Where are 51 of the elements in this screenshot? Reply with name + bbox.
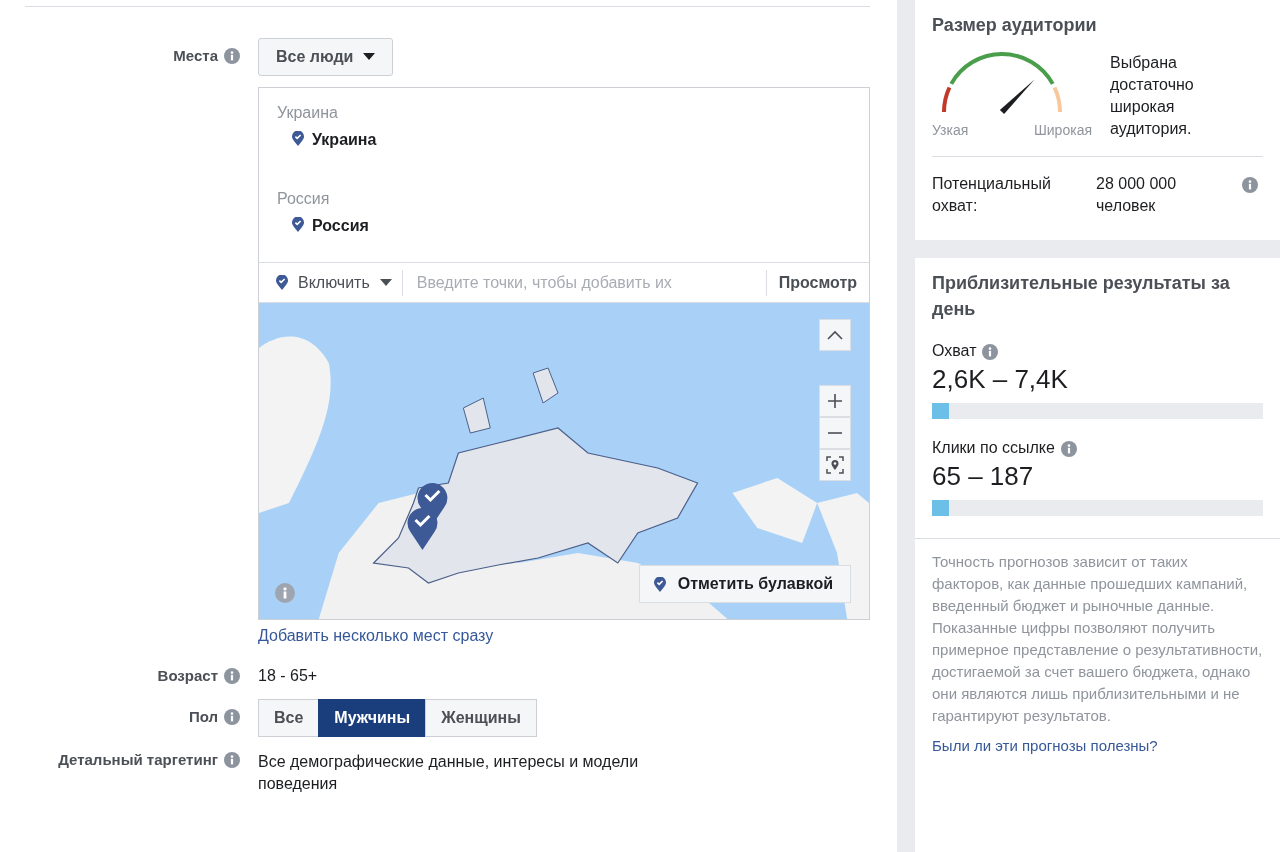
disclaimer-text: Точность прогнозов зависит от таких факторов, как данные прошедших кампаний, введенный бюджет и рыночные данные. Показанные цифры позволяют получить примерное представление о результативности, достигаемой за счет вашего бюджета, однако они являются лишь приблизительными и не гарантируют результатов. — [932, 552, 1263, 726]
metric-label: Охват — [932, 342, 977, 360]
gender-option[interactable]: Все — [258, 699, 320, 737]
info-icon[interactable] — [224, 752, 240, 768]
feedback-link[interactable]: Были ли эти прогнозы полезны? — [932, 737, 1158, 754]
bulk-add-link[interactable]: Добавить несколько мест сразу — [258, 627, 494, 645]
info-icon[interactable] — [1060, 440, 1077, 457]
metric-value: 65 – 187 — [932, 461, 1035, 492]
field-label: Места — [173, 47, 218, 64]
drop-pin-button[interactable]: Отметить булавкой — [638, 565, 851, 603]
location-pin-icon — [292, 131, 304, 146]
gauge-min-label: Узкая — [932, 122, 969, 138]
field-label: Детальный таргетинг — [58, 751, 218, 768]
info-icon[interactable] — [1242, 177, 1258, 193]
detailed-targeting-value: Все демографические данные, интересы и модели поведения — [258, 752, 640, 794]
info-icon[interactable] — [275, 583, 295, 603]
gender-option[interactable]: Мужчины — [318, 699, 427, 737]
chevron-up-icon — [827, 330, 843, 340]
gender-option[interactable]: Женщины — [425, 699, 537, 737]
caret-icon — [379, 278, 392, 287]
field-label: Возраст — [157, 667, 218, 684]
card-title: Приблизительные результаты за день — [932, 272, 1231, 321]
info-icon[interactable] — [982, 343, 999, 360]
group-heading: Украина — [277, 104, 339, 123]
audience-dropdown[interactable]: Все люди — [258, 38, 394, 76]
audience-verdict: Выбрана достаточно широкая аудитория. — [1110, 53, 1195, 139]
gauge-max-label: Широкая — [1033, 122, 1092, 138]
info-icon[interactable] — [224, 668, 240, 684]
zoom-in-button[interactable] — [819, 385, 851, 417]
locate-icon — [826, 456, 844, 474]
location-pin-icon — [653, 576, 666, 592]
plus-icon — [828, 394, 842, 408]
location-pin-icon — [292, 217, 304, 232]
group-heading: Россия — [277, 190, 331, 209]
reach-value: 28 000 000 человек — [1096, 174, 1178, 216]
location-name: Украина — [312, 131, 377, 149]
metric-label: Клики по ссылке — [932, 439, 1055, 457]
field-label: Пол — [188, 708, 218, 725]
collapse-button[interactable] — [819, 319, 851, 351]
metric-value: 2,6K – 7,4K — [932, 364, 1069, 395]
info-icon[interactable] — [224, 48, 240, 64]
minus-icon — [828, 432, 842, 434]
zoom-out-button[interactable] — [819, 417, 851, 449]
age-range[interactable]: 18 - 65+ — [258, 667, 318, 684]
reach-label: Потенциальный охват: — [932, 174, 1052, 216]
locate-button[interactable] — [819, 449, 851, 481]
location-pin-icon — [276, 275, 288, 290]
caret-icon — [363, 53, 376, 61]
card-title: Размер аудитории — [932, 14, 1098, 37]
info-icon[interactable] — [224, 709, 240, 725]
location-name: Россия — [312, 217, 369, 235]
